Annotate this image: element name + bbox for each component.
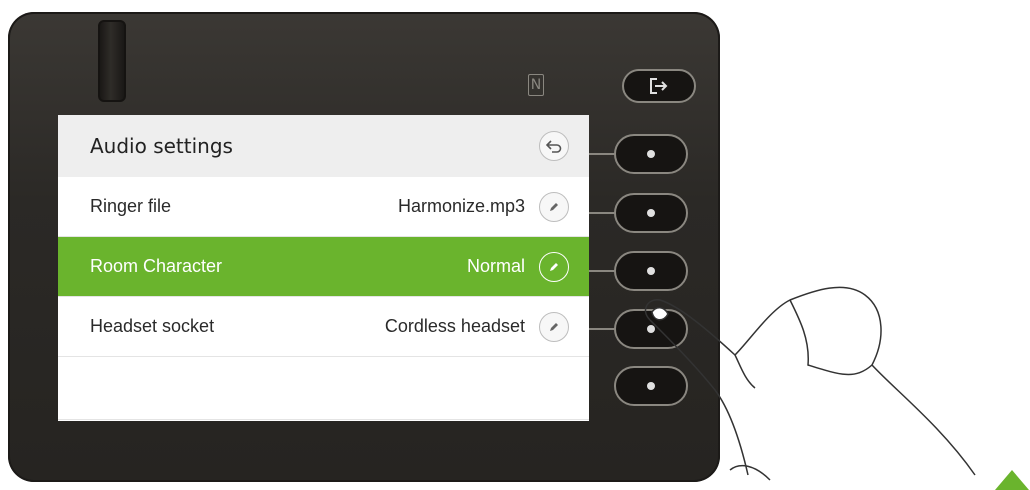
nfc-icon: N xyxy=(528,74,544,96)
title-bar: Audio settings xyxy=(58,115,589,177)
page-title: Audio settings xyxy=(90,134,233,158)
scroll-triangle-icon xyxy=(995,470,1029,490)
empty-list-item xyxy=(58,357,589,420)
edit-headset-socket-button[interactable] xyxy=(539,311,569,342)
softkey-dot xyxy=(647,209,655,217)
pointing-hand-illustration xyxy=(644,286,1029,490)
headset-socket-value: Cordless headset xyxy=(384,316,525,336)
softkey-1[interactable] xyxy=(614,134,688,174)
ringer-file-label: Ringer file xyxy=(90,196,172,216)
pencil-icon xyxy=(550,322,558,331)
ringer-file-value: Harmonize.mp3 xyxy=(397,196,525,216)
headset-socket-label: Headset socket xyxy=(90,316,215,336)
room-character-value: Normal xyxy=(466,256,525,276)
list-item-headset-socket[interactable]: Headset socket Cordless headset xyxy=(58,297,589,357)
handset-slot xyxy=(98,20,126,102)
exit-icon xyxy=(650,78,668,94)
pencil-icon xyxy=(550,262,558,271)
back-arrow-icon xyxy=(546,140,562,153)
softkey-connector xyxy=(589,328,616,330)
edit-ringer-file-button[interactable] xyxy=(539,191,569,222)
softkey-2[interactable] xyxy=(614,193,688,233)
softkey-dot xyxy=(647,150,655,158)
room-character-label: Room Character xyxy=(90,256,223,276)
list-item-room-character[interactable]: Room Character Normal xyxy=(58,237,589,297)
edit-room-character-button[interactable] xyxy=(539,251,569,282)
back-button[interactable] xyxy=(539,131,569,161)
softkey-connector xyxy=(589,270,616,272)
exit-button[interactable] xyxy=(622,69,696,103)
pencil-icon xyxy=(550,202,558,211)
softkey-connector xyxy=(589,212,616,214)
display-screen: Audio settings Ringer file Harmonize.mp3… xyxy=(58,115,589,421)
softkey-connector xyxy=(589,153,616,155)
list-item-ringer-file[interactable]: Ringer file Harmonize.mp3 xyxy=(58,177,589,237)
